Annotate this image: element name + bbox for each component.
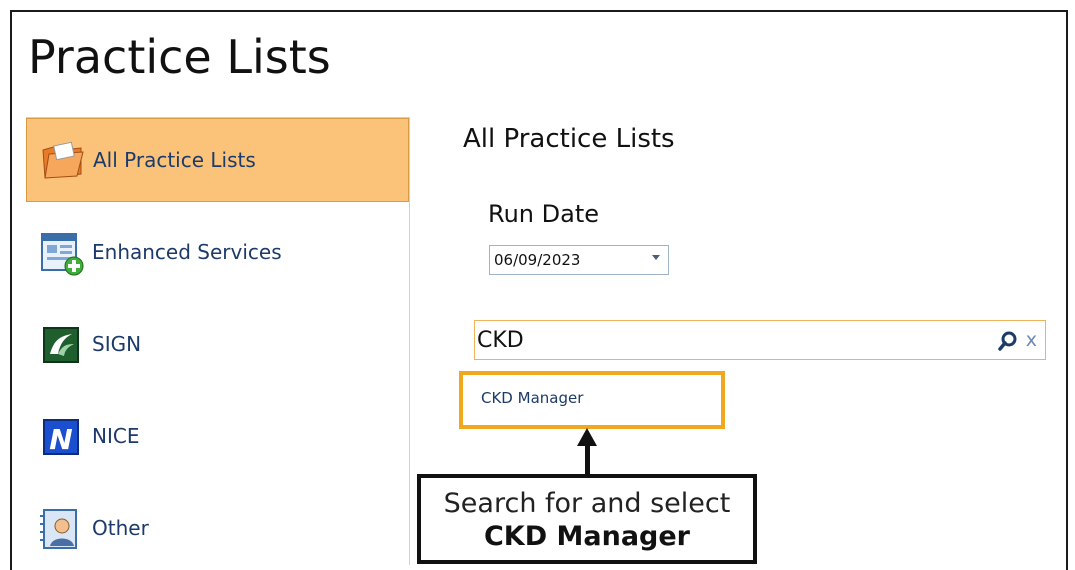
enhanced-services-icon xyxy=(38,228,86,276)
sidebar-item-enhanced-services[interactable]: Enhanced Services xyxy=(26,210,409,294)
search-box: x xyxy=(474,320,1046,360)
close-icon[interactable]: x xyxy=(1026,329,1037,351)
sidebar-item-label: Other xyxy=(92,516,149,540)
folder-icon xyxy=(39,136,87,184)
page-title: Practice Lists xyxy=(28,30,331,84)
section-heading: All Practice Lists xyxy=(463,124,675,154)
run-date-picker[interactable]: 06/09/2023 xyxy=(489,245,669,275)
arrow-up-icon xyxy=(577,428,597,446)
instruction-callout: Search for and select CKD Manager xyxy=(417,474,757,564)
other-icon xyxy=(38,504,86,552)
search-result-item[interactable]: CKD Manager xyxy=(481,389,583,407)
callout-line-2: CKD Manager xyxy=(483,521,691,552)
callout-line-1: Search for and select xyxy=(443,488,731,519)
sidebar: All Practice Lists Enhanced Services SIG… xyxy=(26,117,410,565)
run-date-label: Run Date xyxy=(488,200,600,228)
svg-text:N: N xyxy=(49,423,72,456)
sidebar-item-label: SIGN xyxy=(92,332,142,356)
chevron-down-icon[interactable] xyxy=(652,255,660,260)
sidebar-item-label: Enhanced Services xyxy=(92,240,282,264)
sidebar-item-label: All Practice Lists xyxy=(93,148,256,172)
sidebar-item-nice[interactable]: N NICE xyxy=(26,394,409,478)
sidebar-item-label: NICE xyxy=(92,424,140,448)
search-result-highlight: CKD Manager xyxy=(459,371,725,429)
nice-icon: N xyxy=(38,412,86,460)
search-icon[interactable] xyxy=(997,330,1019,352)
arrow-stem xyxy=(585,445,590,475)
sidebar-item-all-practice-lists[interactable]: All Practice Lists xyxy=(26,118,409,202)
sidebar-item-sign[interactable]: SIGN xyxy=(26,302,409,386)
run-date-value: 06/09/2023 xyxy=(494,251,581,269)
sign-icon xyxy=(38,320,86,368)
sidebar-item-other[interactable]: Other xyxy=(26,486,409,570)
search-input[interactable] xyxy=(477,327,967,353)
